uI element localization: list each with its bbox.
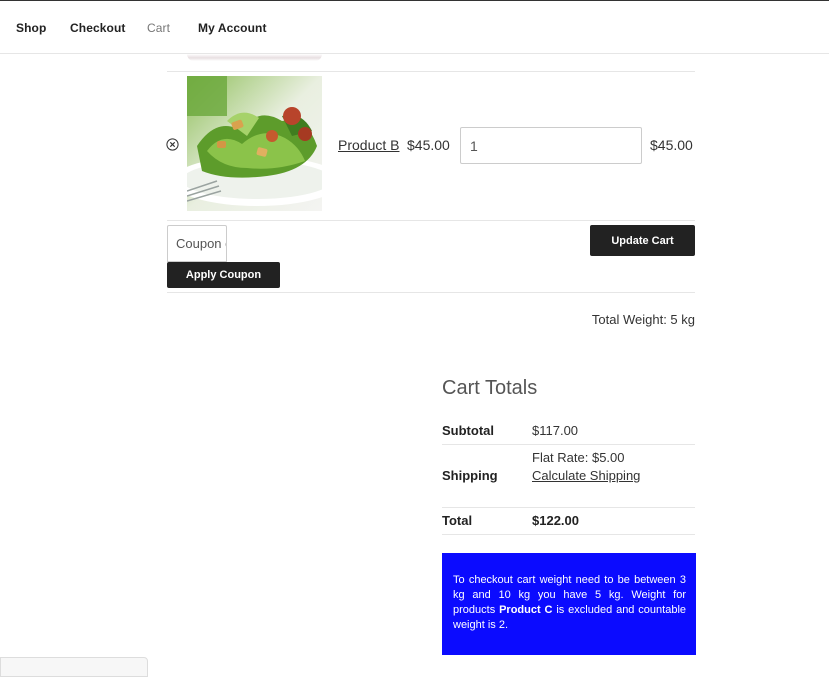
shipping-rate: Flat Rate: $5.00: [532, 450, 625, 465]
nav-item-cart[interactable]: Cart: [147, 21, 170, 35]
coupon-code-input[interactable]: [167, 225, 227, 262]
subtotal-value: $117.00: [532, 423, 579, 438]
cart-totals-heading: Cart Totals: [442, 377, 538, 399]
subtotal-label: Subtotal: [442, 423, 494, 438]
apply-coupon-button[interactable]: Apply Coupon: [167, 262, 280, 288]
bottom-panel-tab[interactable]: [0, 657, 148, 677]
quantity-input[interactable]: [460, 127, 642, 164]
circle-x-icon[interactable]: [166, 138, 179, 151]
product-name-link[interactable]: Product B: [338, 137, 399, 153]
weight-notice: To checkout cart weight need to be betwe…: [442, 553, 696, 655]
product-subtotal: $45.00: [650, 137, 693, 153]
nav-item-checkout[interactable]: Checkout: [70, 21, 125, 35]
totals-divider: [442, 444, 695, 445]
notice-product: Product C: [499, 604, 553, 616]
calculate-shipping-link[interactable]: Calculate Shipping: [532, 468, 640, 483]
top-navigation: Shop Checkout Cart My Account: [0, 0, 829, 54]
previous-product-thumbnail: [187, 54, 322, 61]
row-divider: [167, 220, 695, 221]
row-divider: [167, 292, 695, 293]
total-value: $122.00: [532, 513, 579, 528]
nav-item-shop[interactable]: Shop: [16, 21, 46, 35]
row-divider: [167, 71, 695, 72]
totals-divider: [442, 534, 695, 535]
nav-item-my-account[interactable]: My Account: [198, 21, 267, 35]
product-price: $45.00: [407, 137, 450, 153]
update-cart-button[interactable]: Update Cart: [590, 225, 695, 256]
product-thumbnail[interactable]: [187, 76, 322, 211]
total-weight: Total Weight: 5 kg: [591, 312, 695, 327]
totals-divider: [442, 507, 695, 508]
shipping-label: Shipping: [442, 468, 498, 483]
total-label: Total: [442, 513, 473, 528]
